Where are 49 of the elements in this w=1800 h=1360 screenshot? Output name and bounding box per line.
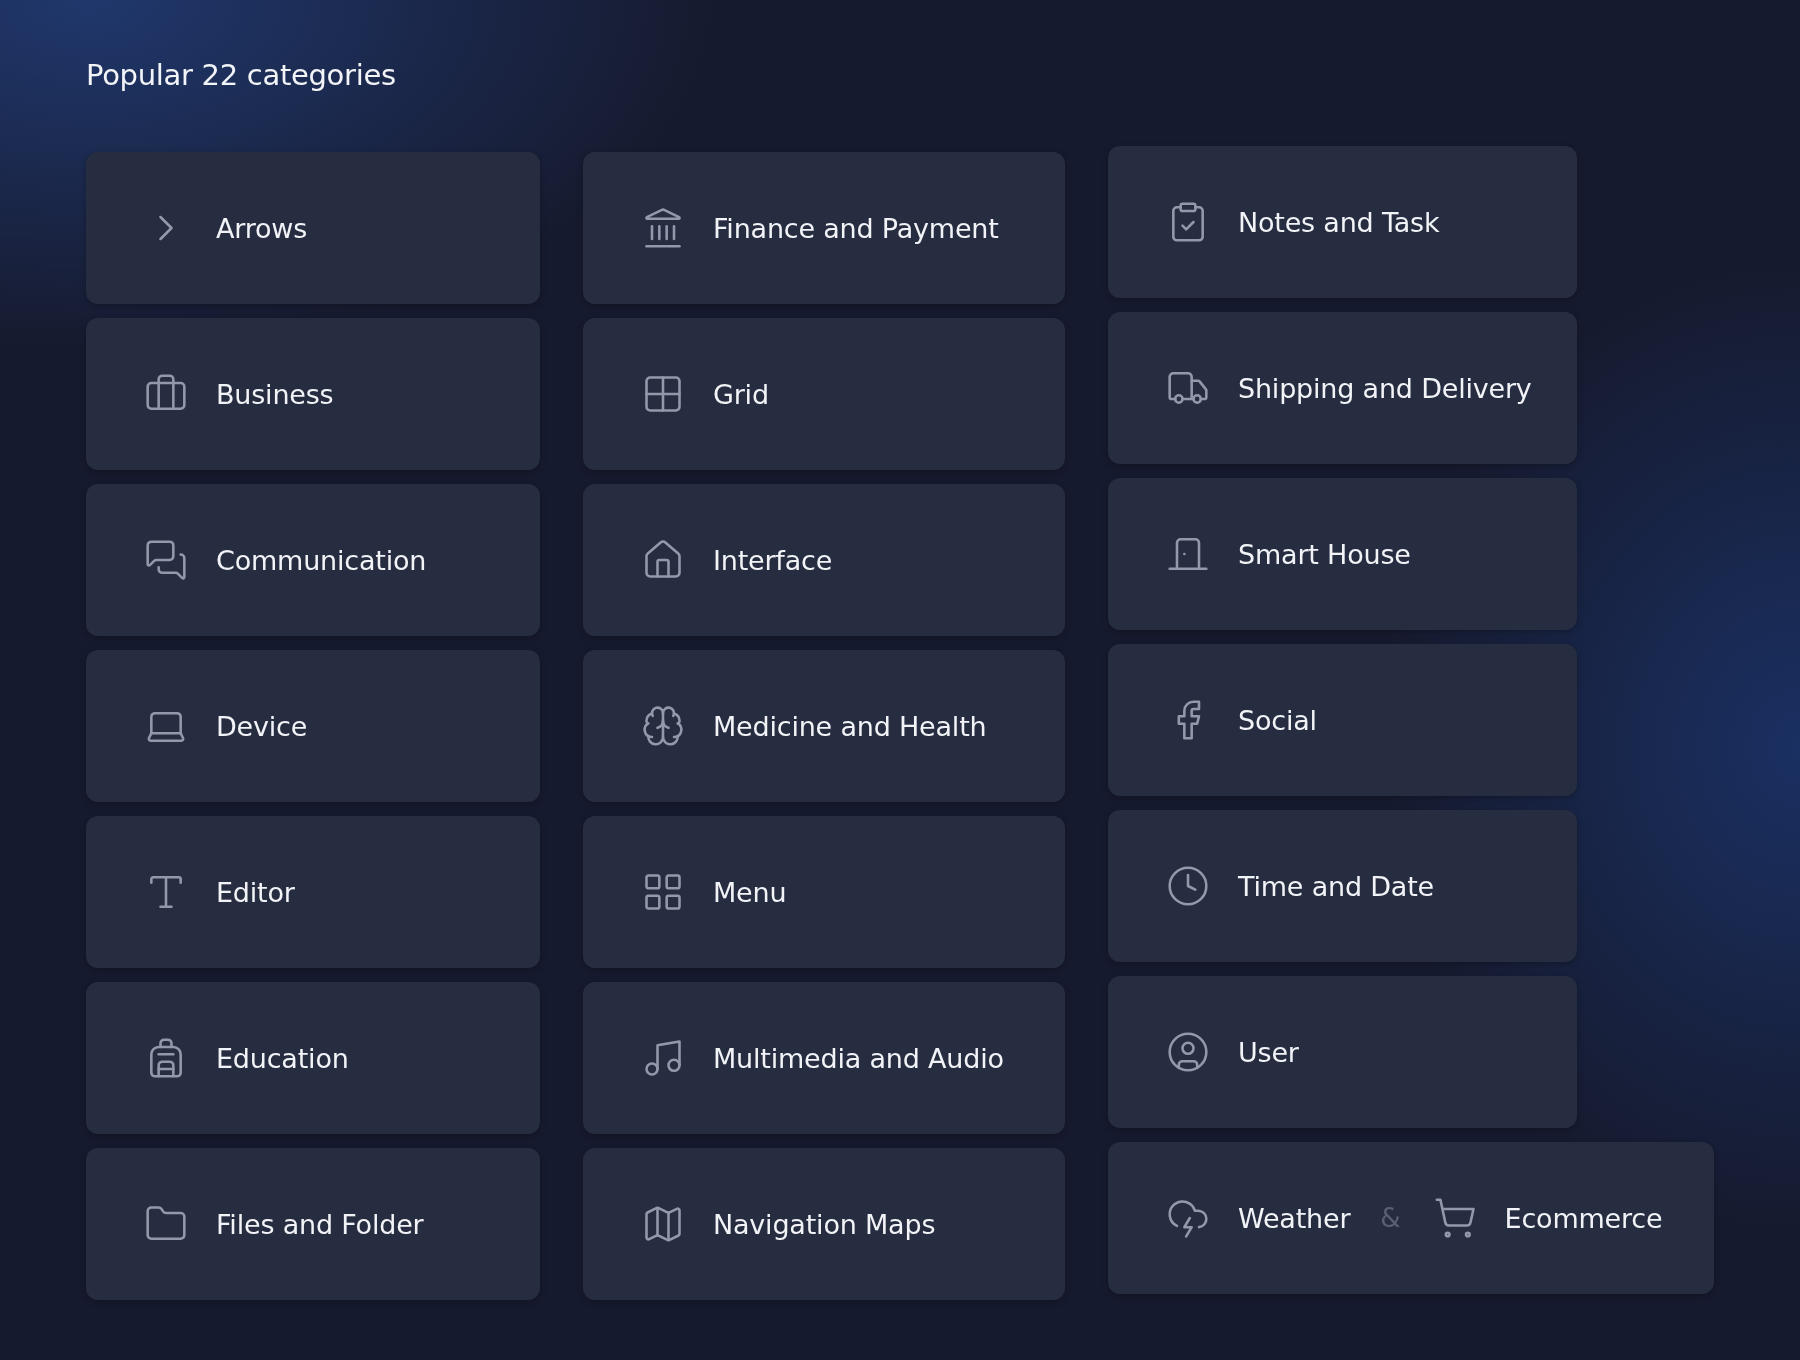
category-card[interactable]: User (1108, 976, 1577, 1128)
category-card[interactable]: Smart House (1108, 478, 1577, 630)
category-label: Communication (216, 544, 427, 576)
category-card[interactable]: Medicine and Health (583, 650, 1065, 802)
category-label: Education (216, 1042, 349, 1074)
category-card[interactable]: Finance and Payment (583, 152, 1065, 304)
category-label: Business (216, 378, 334, 410)
category-card[interactable]: Arrows (86, 152, 540, 304)
category-label: Files and Folder (216, 1208, 424, 1240)
category-label: Social (1238, 704, 1317, 736)
category-card[interactable]: Business (86, 318, 540, 470)
category-label: Multimedia and Audio (713, 1042, 1004, 1074)
category-label: Medicine and Health (713, 710, 987, 742)
category-label: Arrows (216, 212, 308, 244)
category-label: Ecommerce (1504, 1202, 1663, 1234)
category-card[interactable]: Editor (86, 816, 540, 968)
category-card[interactable]: Navigation Maps (583, 1148, 1065, 1300)
category-label: Notes and Task (1238, 206, 1440, 238)
category-card[interactable]: Communication (86, 484, 540, 636)
category-card[interactable]: Grid (583, 318, 1065, 470)
category-label: Time and Date (1238, 870, 1434, 902)
category-label: Grid (713, 378, 769, 410)
category-card[interactable]: Device (86, 650, 540, 802)
category-label: Navigation Maps (713, 1208, 936, 1240)
category-label: Smart House (1238, 538, 1411, 570)
category-card[interactable]: Notes and Task (1108, 146, 1577, 298)
clock-icon (1166, 864, 1210, 908)
category-label: Finance and Payment (713, 212, 999, 244)
user-icon (1166, 1030, 1210, 1074)
category-label: Menu (713, 876, 787, 908)
category-card[interactable]: Social (1108, 644, 1577, 796)
category-card[interactable]: Multimedia and Audio (583, 982, 1065, 1134)
brain-icon (641, 704, 685, 748)
chat-bubbles-icon (144, 538, 188, 582)
category-card[interactable]: Menu (583, 816, 1065, 968)
category-card[interactable]: Education (86, 982, 540, 1134)
category-card[interactable]: Weather & Ecommerce (1108, 1142, 1714, 1294)
category-label: Editor (216, 876, 295, 908)
category-card[interactable]: Shipping and Delivery (1108, 312, 1577, 464)
category-card[interactable]: Time and Date (1108, 810, 1577, 962)
category-card[interactable]: Files and Folder (86, 1148, 540, 1300)
category-label: Weather (1238, 1202, 1351, 1234)
category-label: User (1238, 1036, 1299, 1068)
category-label: Device (216, 710, 308, 742)
category-card[interactable]: Interface (583, 484, 1065, 636)
section-title: Popular 22 categories (86, 58, 397, 92)
category-label: Shipping and Delivery (1238, 372, 1532, 404)
ampersand: & (1380, 1203, 1401, 1233)
category-label: Interface (713, 544, 833, 576)
